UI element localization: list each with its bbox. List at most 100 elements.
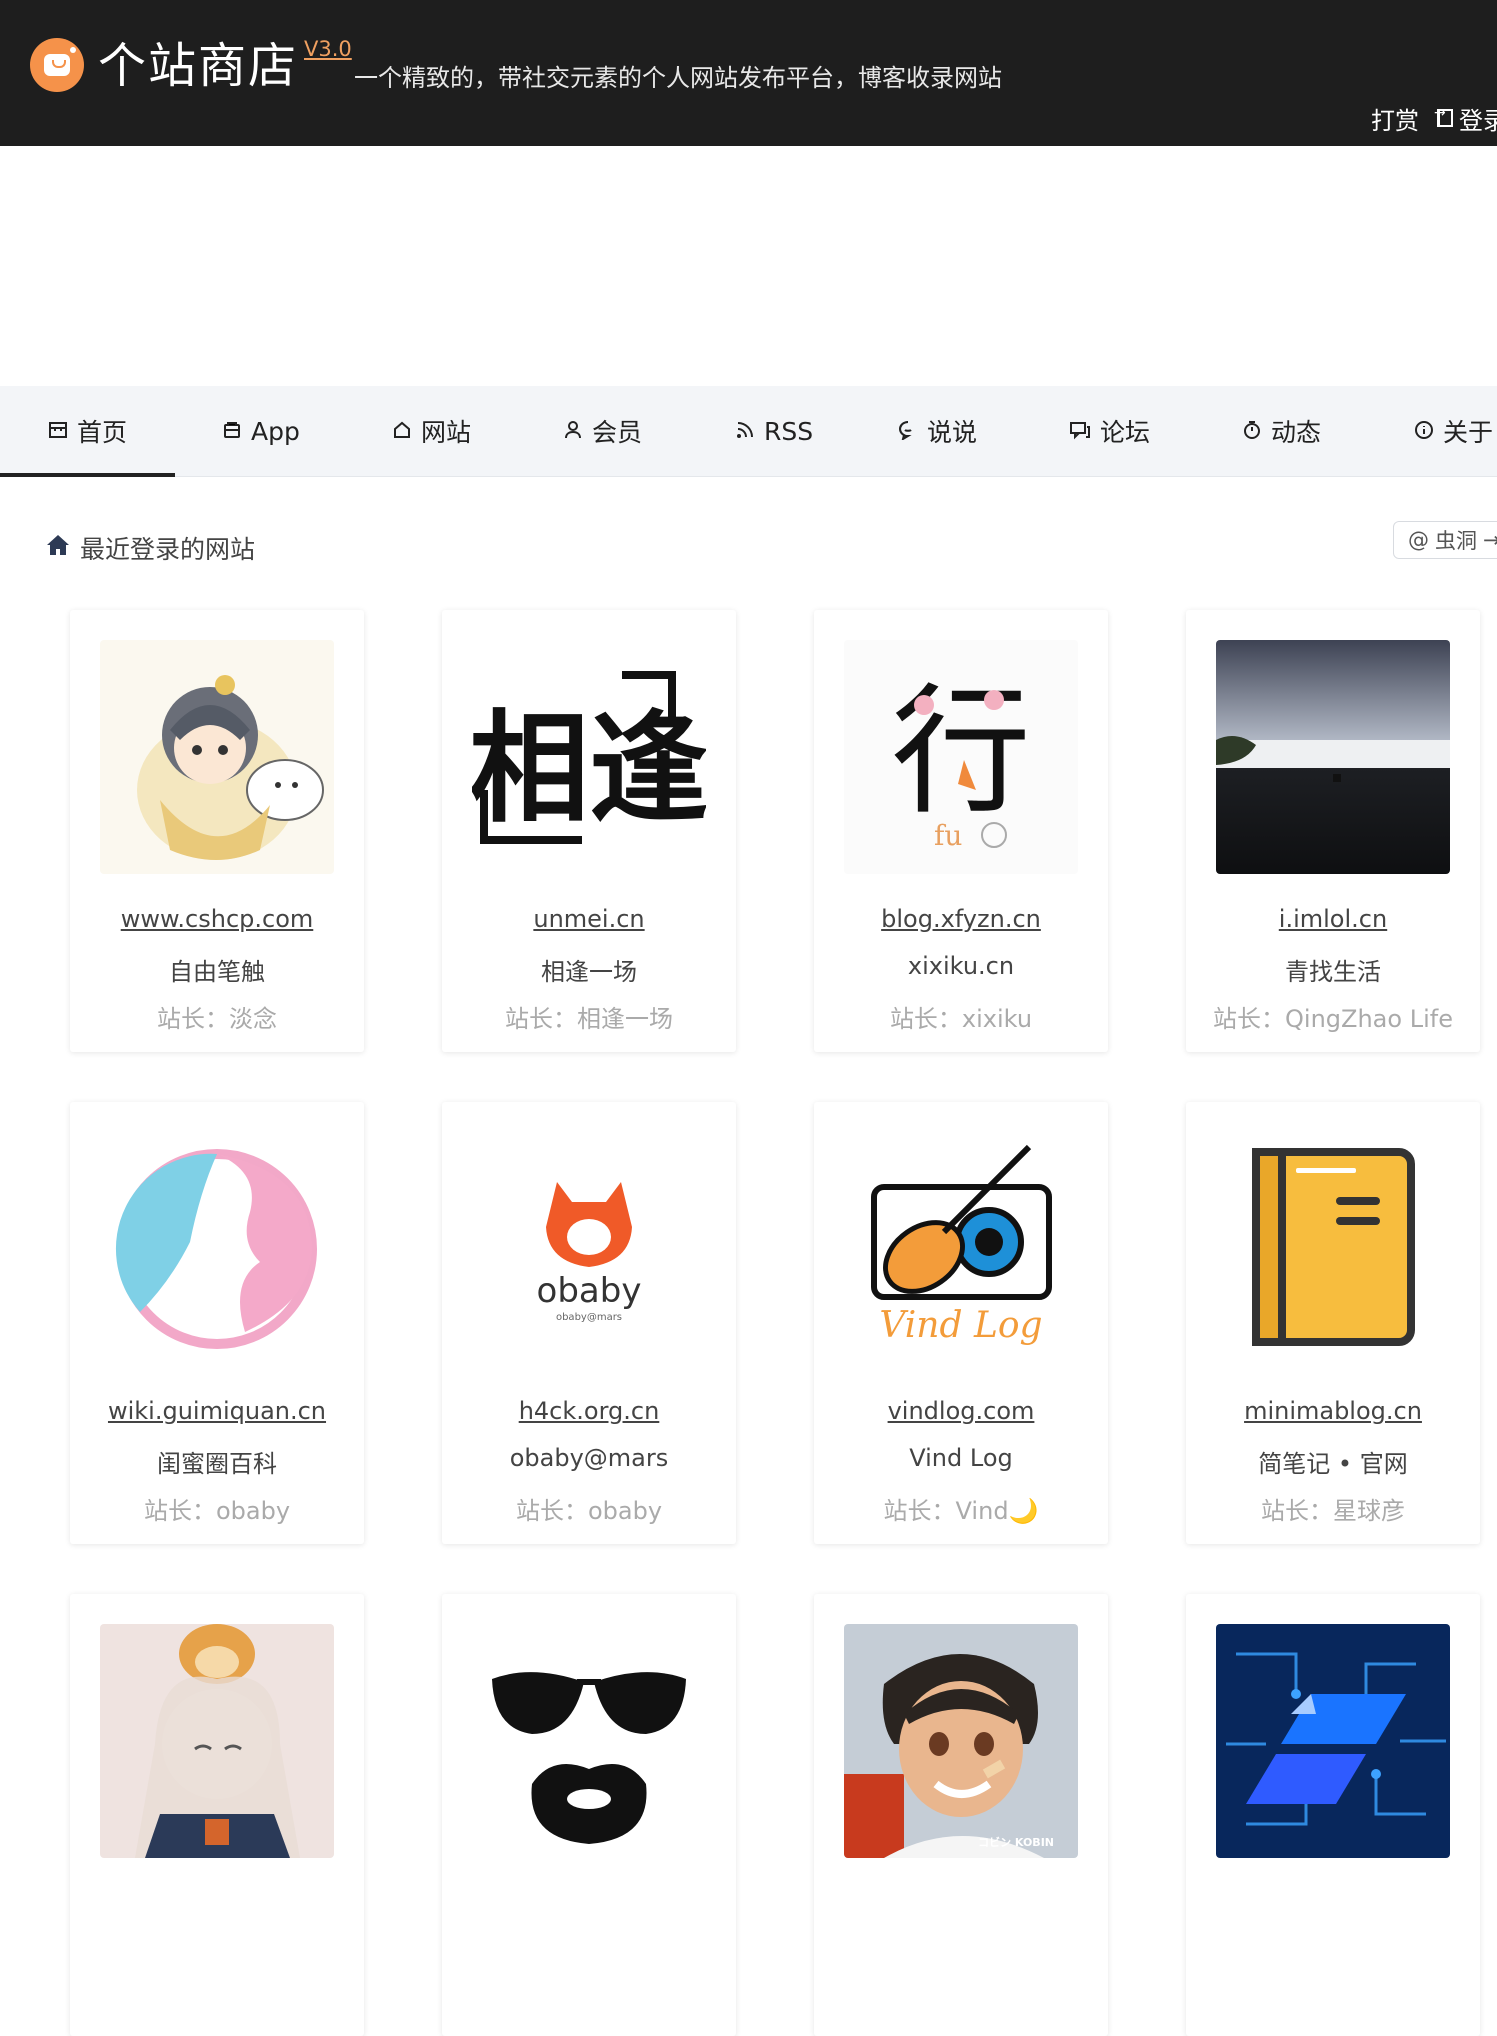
nav-item-shuoshuo[interactable]: 说说 bbox=[898, 386, 977, 476]
arrow-right-icon: → bbox=[1483, 528, 1497, 552]
site-name: obaby@mars bbox=[509, 1444, 669, 1472]
site-owner: 站长：obaby bbox=[143, 1497, 291, 1525]
girl-with-dog-image bbox=[100, 1624, 334, 1858]
site-card[interactable]: www.cshcp.com 自由笔触 站长：淡念 bbox=[70, 610, 364, 1052]
site-tagline: 一个精致的，带社交元素的个人网站发布平台，博客收录网站 bbox=[354, 64, 1002, 92]
site-owner: 站长：Vind🌙 bbox=[883, 1497, 1039, 1525]
site-avatar[interactable] bbox=[472, 1624, 706, 1858]
site-card[interactable] bbox=[70, 1594, 364, 2036]
nav-label: 论坛 bbox=[1100, 418, 1151, 447]
nav-label: RSS bbox=[764, 416, 814, 446]
user-icon bbox=[563, 420, 583, 443]
nav-item-app[interactable]: App bbox=[222, 386, 300, 476]
main-nav: 首页 App 网站 会员 RSS 说说 论坛 动态 关于 bbox=[0, 386, 1497, 477]
site-avatar[interactable] bbox=[1216, 640, 1450, 874]
site-domain-link[interactable]: blog.xfyzn.cn bbox=[814, 905, 1108, 933]
section-title-label: 最近登录的网站 bbox=[80, 535, 256, 564]
site-owner: 站长：xixiku bbox=[889, 1005, 1033, 1033]
timer-icon bbox=[1242, 420, 1262, 443]
info-icon bbox=[1414, 420, 1434, 443]
banner-area bbox=[0, 146, 1497, 386]
site-avatar[interactable]: コビン KOBIN bbox=[844, 1624, 1078, 1858]
forum-icon bbox=[1069, 420, 1091, 443]
site-domain-link[interactable]: www.cshcp.com bbox=[70, 905, 364, 933]
site-domain-link[interactable]: minimablog.cn bbox=[1186, 1397, 1480, 1425]
nav-item-home[interactable]: 首页 bbox=[0, 386, 176, 477]
site-domain-link[interactable]: h4ck.org.cn bbox=[442, 1397, 736, 1425]
site-card[interactable]: 相逢 unmei.cn 相逢一场 站长：相逢一场 bbox=[442, 610, 736, 1052]
login-label: 登录 bbox=[1459, 106, 1497, 135]
site-avatar[interactable]: 相逢 bbox=[472, 640, 706, 874]
site-owner: 站长：淡念 bbox=[157, 1005, 277, 1033]
wormhole-label: 虫洞 bbox=[1435, 529, 1477, 553]
site-avatar[interactable] bbox=[100, 1132, 334, 1366]
landscape-photo-image bbox=[1216, 640, 1450, 874]
site-owner: 站长：obaby bbox=[515, 1497, 663, 1525]
store-icon bbox=[48, 420, 68, 443]
site-card[interactable]: Vind Log vindlog.com Vind Log 站长：Vind🌙 bbox=[814, 1102, 1108, 1544]
version-link[interactable]: V3.0 bbox=[304, 35, 352, 63]
site-card[interactable]: 行 fu blog.xfyzn.cn xixiku.cn 站长：xixiku bbox=[814, 610, 1108, 1052]
login-icon bbox=[1434, 105, 1453, 127]
site-logo-icon[interactable] bbox=[30, 38, 84, 92]
logo-text: 相逢 bbox=[472, 698, 706, 839]
site-card[interactable] bbox=[442, 1594, 736, 2036]
nav-item-sites[interactable]: 网站 bbox=[392, 386, 471, 476]
site-avatar[interactable] bbox=[100, 640, 334, 874]
nav-label: 关于 bbox=[1443, 418, 1494, 447]
logo-text: Vind Log bbox=[879, 1305, 1042, 1346]
wormhole-button[interactable]: @ 虫洞 → bbox=[1393, 521, 1497, 559]
site-avatar[interactable] bbox=[1216, 1624, 1450, 1858]
home-icon bbox=[46, 534, 70, 562]
nav-label: 会员 bbox=[592, 418, 643, 447]
site-avatar[interactable]: Vind Log bbox=[844, 1132, 1078, 1366]
violin-camera-logo-image: Vind Log bbox=[844, 1132, 1078, 1366]
obaby-logo-image: obaby obaby@mars bbox=[472, 1132, 706, 1366]
site-avatar[interactable] bbox=[1216, 1132, 1450, 1366]
site-card[interactable] bbox=[1186, 1594, 1480, 2036]
login-button[interactable]: 登录 bbox=[1434, 101, 1497, 136]
site-avatar[interactable] bbox=[100, 1624, 334, 1858]
chat-icon bbox=[898, 420, 918, 443]
notebook-logo-image bbox=[1216, 1132, 1450, 1366]
kobin-badge: コビン KOBIN bbox=[978, 1835, 1054, 1849]
anime-boy-image: コビン KOBIN bbox=[844, 1624, 1078, 1858]
site-card[interactable]: wiki.guimiquan.cn 闺蜜圈百科 站长：obaby bbox=[70, 1102, 364, 1544]
nav-label: App bbox=[251, 416, 300, 446]
logo-text: obaby bbox=[537, 1271, 642, 1311]
site-card[interactable]: obaby obaby@mars h4ck.org.cn obaby@mars … bbox=[442, 1102, 736, 1544]
site-avatar[interactable]: 行 fu bbox=[844, 640, 1078, 874]
site-name: Vind Log bbox=[909, 1444, 1013, 1472]
header-actions: 打赏 登录 bbox=[1371, 101, 1497, 136]
nav-item-activity[interactable]: 动态 bbox=[1242, 386, 1321, 476]
tip-link[interactable]: 打赏 bbox=[1371, 101, 1419, 136]
site-name: 简笔记 • 官网 bbox=[1258, 1450, 1408, 1478]
rss-icon bbox=[735, 420, 755, 443]
logo-subtext: fu bbox=[934, 819, 962, 852]
app-icon bbox=[222, 420, 242, 443]
profile-circle-logo-image bbox=[100, 1132, 334, 1366]
nav-item-members[interactable]: 会员 bbox=[563, 386, 642, 476]
at-icon: @ bbox=[1408, 528, 1429, 552]
site-title[interactable]: 个站商店 bbox=[98, 36, 298, 96]
site-name: 闺蜜圈百科 bbox=[157, 1450, 277, 1478]
site-owner: 站长：QingZhao Life bbox=[1213, 1005, 1453, 1033]
top-header: 个站商店 V3.0 一个精致的，带社交元素的个人网站发布平台，博客收录网站 打赏… bbox=[0, 0, 1497, 146]
nav-item-rss[interactable]: RSS bbox=[735, 386, 813, 476]
nav-label: 网站 bbox=[421, 418, 472, 447]
site-domain-link[interactable]: wiki.guimiquan.cn bbox=[70, 1397, 364, 1425]
nav-item-about[interactable]: 关于 bbox=[1414, 386, 1493, 476]
character-logo-image: 行 fu bbox=[844, 640, 1078, 874]
site-name: 自由笔触 bbox=[169, 958, 265, 986]
site-domain-link[interactable]: vindlog.com bbox=[814, 1397, 1108, 1425]
site-card[interactable]: minimablog.cn 简笔记 • 官网 站长：星球彦 bbox=[1186, 1102, 1480, 1544]
site-avatar[interactable]: obaby obaby@mars bbox=[472, 1132, 706, 1366]
site-card[interactable]: i.imlol.cn 青找生活 站长：QingZhao Life bbox=[1186, 610, 1480, 1052]
site-domain-link[interactable]: unmei.cn bbox=[442, 905, 736, 933]
nav-label: 说说 bbox=[927, 418, 978, 447]
nav-item-forum[interactable]: 论坛 bbox=[1069, 386, 1150, 476]
site-card[interactable]: コビン KOBIN bbox=[814, 1594, 1108, 2036]
anime-avatar-image bbox=[100, 640, 334, 874]
nav-label: 首页 bbox=[77, 418, 128, 447]
site-domain-link[interactable]: i.imlol.cn bbox=[1186, 905, 1480, 933]
